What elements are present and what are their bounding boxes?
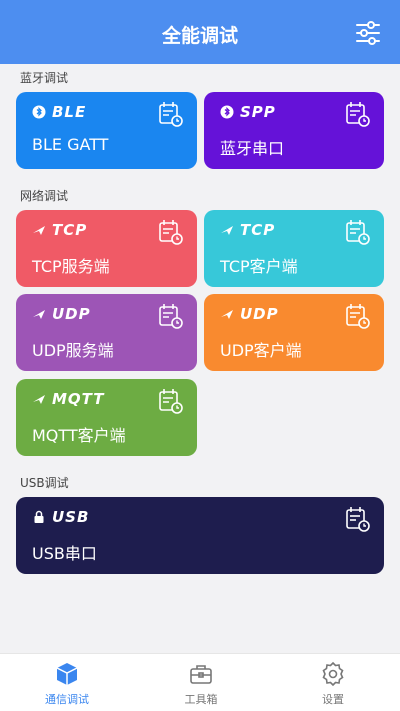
- card-tag: MQTT: [32, 390, 105, 408]
- section-label-usb: USB调试: [20, 476, 69, 490]
- card-label: TCP客户端: [220, 257, 298, 276]
- nav-item-toolbox[interactable]: 工具箱: [134, 654, 268, 711]
- card-tag: TCP: [220, 221, 275, 239]
- calendar-clock-icon: [346, 220, 370, 245]
- card-label: UDP服务端: [32, 341, 114, 360]
- gear-icon: [322, 661, 344, 687]
- mqtt-plane-icon: [33, 395, 45, 404]
- card-label: BLE GATT: [32, 135, 109, 154]
- app-header: 全能调试: [0, 0, 400, 64]
- card-ble-gatt[interactable]: BLE BLE GATT: [16, 92, 197, 169]
- card-mqtt-client[interactable]: MQTT MQTT客户端: [16, 379, 197, 456]
- card-spp[interactable]: SPP 蓝牙串口: [204, 92, 384, 169]
- page-title: 全能调试: [161, 25, 238, 47]
- cube-icon: [56, 663, 78, 685]
- section-label-network: 网络调试: [20, 189, 69, 203]
- card-tag: SPP: [220, 103, 276, 121]
- card-label: 蓝牙串口: [220, 139, 285, 158]
- card-tcp-client[interactable]: TCP TCP客户端: [204, 210, 384, 287]
- bottom-nav: 通信调试 工具箱 设置: [0, 653, 400, 711]
- nav-item-settings[interactable]: 设置: [266, 654, 400, 711]
- card-tag-text: TCP: [52, 221, 88, 239]
- card-usb-serial[interactable]: USB USB串口: [16, 497, 384, 574]
- card-tag-text: SPP: [240, 103, 276, 121]
- bluetooth-icon: [32, 105, 46, 119]
- udp-plane-icon: [33, 310, 45, 319]
- calendar-clock-icon: [159, 102, 183, 127]
- card-tag-text: MQTT: [52, 390, 105, 408]
- card-tag-text: USB: [52, 508, 90, 526]
- card-udp-server[interactable]: UDP UDP服务端: [16, 294, 197, 371]
- card-tag: USB: [32, 508, 89, 526]
- card-tag-text: TCP: [240, 221, 276, 239]
- toolbox-icon: [190, 665, 212, 684]
- tcp-plane-icon: [221, 226, 233, 235]
- calendar-clock-icon: [159, 220, 183, 245]
- calendar-clock-icon: [159, 304, 183, 329]
- card-label: TCP服务端: [32, 257, 110, 276]
- card-tag-text: UDP: [240, 305, 279, 323]
- card-tag-text: UDP: [52, 305, 91, 323]
- calendar-clock-icon: [346, 507, 370, 532]
- card-tag: UDP: [32, 305, 91, 323]
- card-label: UDP客户端: [220, 341, 302, 360]
- nav-label: 设置: [322, 693, 344, 706]
- card-tcp-server[interactable]: TCP TCP服务端: [16, 210, 197, 287]
- card-tag-text: BLE: [52, 103, 87, 121]
- nav-label: 工具箱: [184, 693, 218, 706]
- bluetooth-icon: [220, 105, 234, 119]
- card-udp-client[interactable]: UDP UDP客户端: [204, 294, 384, 371]
- nav-label: 通信调试: [45, 693, 89, 706]
- card-label: MQTT客户端: [32, 426, 126, 445]
- nav-item-comm-debug[interactable]: 通信调试: [0, 654, 134, 711]
- udp-plane-icon: [221, 310, 233, 319]
- lock-icon: [34, 510, 44, 523]
- card-tag: TCP: [32, 221, 87, 239]
- tcp-plane-icon: [33, 226, 45, 235]
- calendar-clock-icon: [346, 102, 370, 127]
- card-tag: BLE: [32, 103, 86, 121]
- section-label-bluetooth: 蓝牙调试: [20, 71, 69, 85]
- calendar-clock-icon: [159, 389, 183, 414]
- card-tag: UDP: [220, 305, 279, 323]
- sliders-icon[interactable]: [355, 20, 381, 46]
- calendar-clock-icon: [346, 304, 370, 329]
- card-label: USB串口: [32, 544, 97, 563]
